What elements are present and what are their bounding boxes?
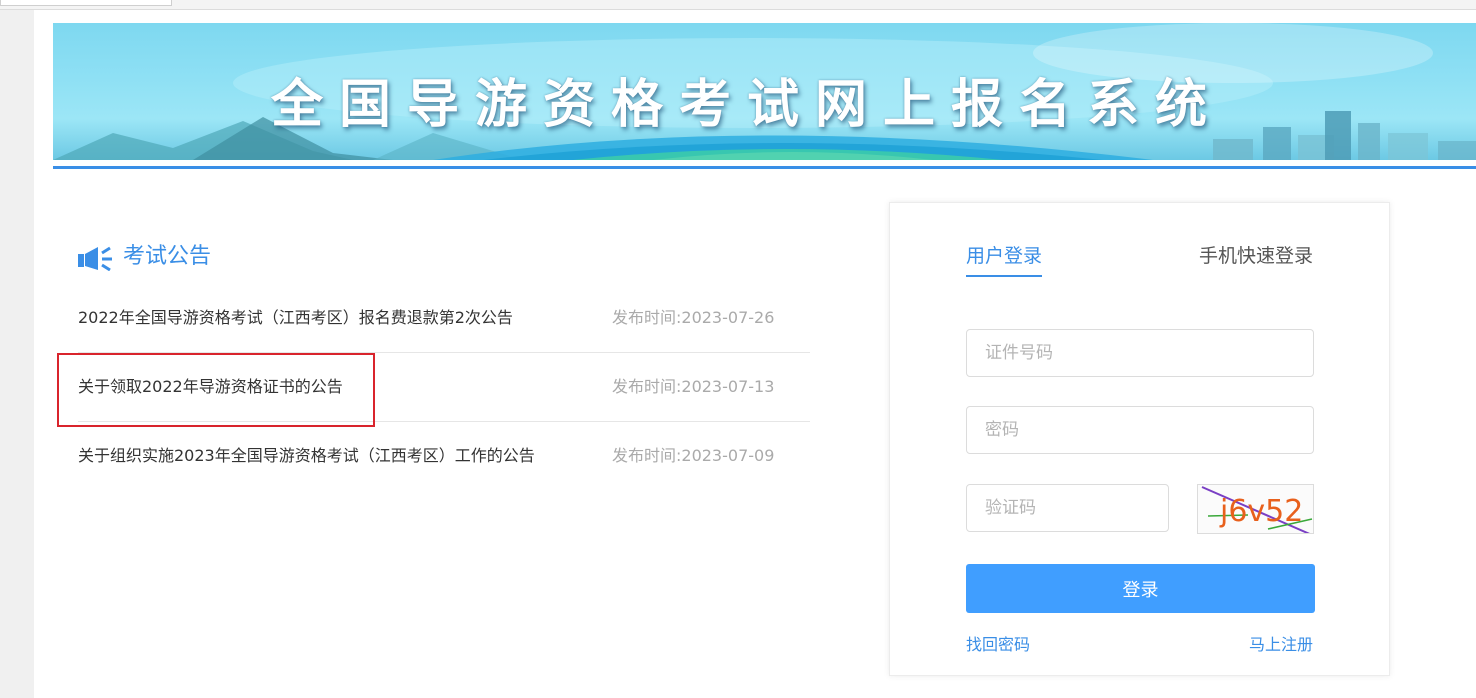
login-panel: 用户登录 手机快速登录 j6v52 登录 找回密码 马上注册: [889, 202, 1390, 676]
tab-phone-login[interactable]: 手机快速登录: [1199, 243, 1313, 269]
register-link[interactable]: 马上注册: [1249, 631, 1313, 655]
password-input[interactable]: [966, 406, 1314, 454]
captcha-image[interactable]: j6v52: [1197, 484, 1314, 534]
id-number-input[interactable]: [966, 329, 1314, 377]
notice-section-title: 考试公告: [123, 244, 212, 269]
notice-link[interactable]: 关于组织实施2023年全国导游资格考试（江西考区）工作的公告: [78, 422, 535, 490]
left-gutter: [0, 0, 34, 698]
tab-user-login[interactable]: 用户登录: [966, 243, 1043, 277]
browser-top-strip: [0, 0, 1476, 10]
notice-date: 发布时间:2023-07-26: [612, 308, 775, 327]
captcha-graphic: j6v52: [1201, 486, 1313, 533]
captcha-text: j6v52: [1219, 494, 1303, 529]
browser-tab[interactable]: [0, 0, 172, 6]
notice-item[interactable]: 2022年全国导游资格考试（江西考区）报名费退款第2次公告 发布时间:2023-…: [78, 284, 810, 353]
notice-date: 发布时间:2023-07-09: [612, 446, 775, 465]
header-banner: 全国导游资格考试网上报名系统: [53, 23, 1476, 160]
captcha-input[interactable]: [966, 484, 1169, 532]
login-button[interactable]: 登录: [966, 564, 1315, 613]
megaphone-icon: [78, 246, 112, 271]
highlight-annotation: [57, 353, 375, 427]
notice-date: 发布时间:2023-07-13: [612, 377, 775, 396]
forgot-password-link[interactable]: 找回密码: [966, 631, 1030, 655]
banner-title: 全国导游资格考试网上报名系统: [270, 75, 1223, 135]
notice-link[interactable]: 2022年全国导游资格考试（江西考区）报名费退款第2次公告: [78, 284, 513, 352]
notice-item[interactable]: 关于组织实施2023年全国导游资格考试（江西考区）工作的公告 发布时间:2023…: [78, 422, 810, 490]
banner-divider: [53, 166, 1476, 169]
